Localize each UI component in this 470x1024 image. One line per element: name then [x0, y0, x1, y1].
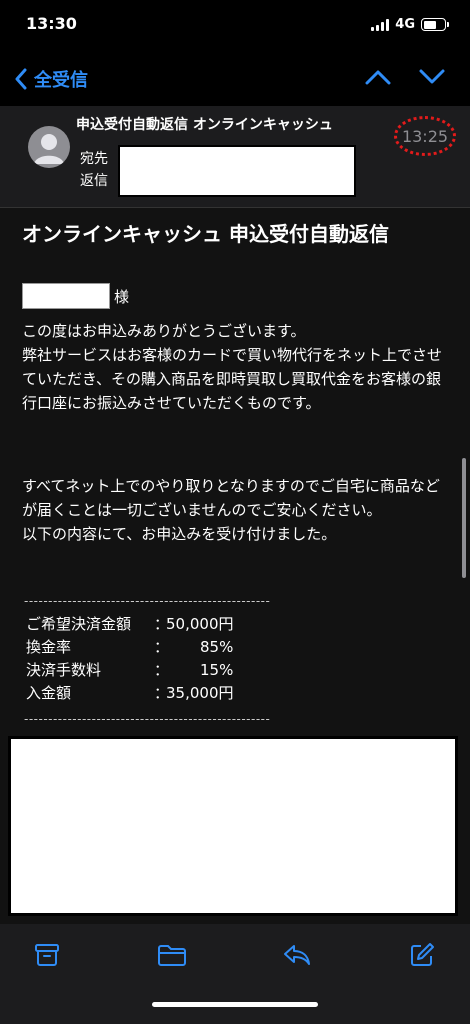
- detail-label: ご希望決済金額: [26, 615, 132, 633]
- archive-icon: [35, 944, 59, 966]
- divider-top: ----------------------------------------…: [24, 594, 271, 608]
- home-indicator[interactable]: [152, 1002, 318, 1007]
- compose-icon: [411, 943, 434, 966]
- detail-value: 35,000円: [166, 684, 234, 702]
- avatar[interactable]: [28, 126, 70, 168]
- paragraph-notice: すべてネット上でのやり取りとなりますのでご自宅に商品などが届くことは一切ございま…: [22, 477, 440, 543]
- signal-icon: [371, 18, 390, 31]
- chevron-up-icon[interactable]: [364, 68, 392, 86]
- time-highlight: 13:25: [394, 116, 456, 156]
- person-icon: [34, 134, 64, 164]
- redacted-content: [8, 736, 458, 916]
- detail-colon: ：: [154, 661, 170, 679]
- detail-value: 85%: [200, 638, 234, 656]
- message-time: 13:25: [401, 126, 449, 146]
- network-type: 4G: [395, 17, 415, 32]
- to-label: 宛先: [80, 151, 108, 167]
- nav-bar: 全受信: [0, 50, 470, 106]
- back-button[interactable]: 全受信: [14, 66, 88, 92]
- reply-button[interactable]: [282, 940, 312, 970]
- detail-label: 換金率: [26, 638, 72, 656]
- email-body: オンラインキャッシュ 申込受付自動返信 様 この度はお申込みありがとうございます…: [0, 208, 470, 924]
- detail-value: 15%: [200, 661, 234, 679]
- paragraph-intro: この度はお申込みありがとうございます。 弊社サービスはお客様のカードで買い物代行…: [22, 322, 443, 412]
- status-bar: 13:30 4G: [0, 0, 470, 50]
- status-indicators: 4G: [371, 17, 449, 32]
- divider-bottom: ----------------------------------------…: [24, 712, 271, 726]
- message-subject: 申込受付自動返信 オンラインキャッシュ: [76, 117, 333, 133]
- bottom-toolbar: [0, 924, 470, 1024]
- detail-value: 50,000円: [166, 615, 234, 633]
- honorific: 様: [114, 288, 130, 306]
- move-button[interactable]: [157, 940, 187, 970]
- email-title: オンラインキャッシュ 申込受付自動返信: [22, 222, 389, 246]
- status-time: 13:30: [26, 14, 77, 33]
- battery-icon: [421, 18, 449, 31]
- archive-button[interactable]: [32, 940, 62, 970]
- recipient-labels: 宛先 返信: [80, 148, 108, 192]
- scrollbar[interactable]: [462, 458, 466, 578]
- detail-label: 決済手数料: [26, 661, 102, 679]
- redacted-name: [22, 283, 110, 309]
- message-header: 申込受付自動返信 オンラインキャッシュ 13:25 宛先 返信: [0, 106, 470, 208]
- back-label: 全受信: [34, 70, 88, 91]
- chevron-down-icon[interactable]: [418, 68, 446, 86]
- redacted-recipient: [118, 145, 356, 197]
- chevron-left-icon: [15, 68, 27, 90]
- reply-icon: [284, 945, 310, 965]
- detail-colon: ：: [154, 638, 170, 656]
- compose-button[interactable]: [407, 940, 437, 970]
- detail-label: 入金額: [26, 684, 72, 702]
- folder-icon: [158, 945, 186, 966]
- reply-to-label: 返信: [80, 173, 108, 189]
